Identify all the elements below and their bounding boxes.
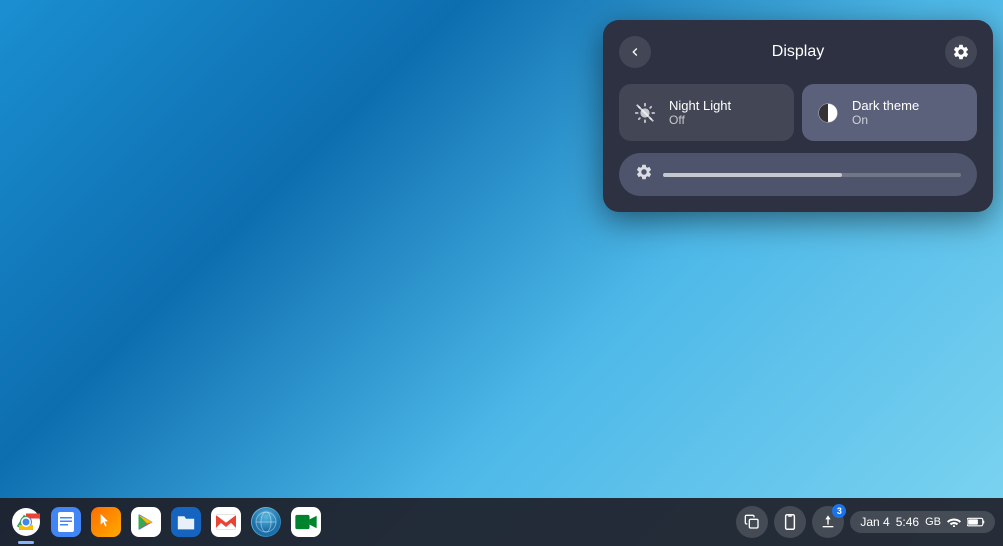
taskbar-app-chrome[interactable] [8,504,44,540]
dark-theme-icon [814,99,842,127]
taskbar-app-files[interactable] [168,504,204,540]
tray-copy-icon[interactable] [736,506,768,538]
night-light-label: Night Light [669,98,731,113]
taskbar-status[interactable]: Jan 4 5:46 GB [850,511,995,533]
taskbar-right: 3 Jan 4 5:46 GB [736,506,995,538]
wifi-icon [947,517,961,527]
notification-badge: 3 [832,504,846,518]
tray-phone-icon[interactable] [774,506,806,538]
dark-theme-label: Dark theme [852,98,919,113]
status-storage: GB [925,516,941,528]
brightness-icon [635,163,653,186]
tray-notification-icon[interactable]: 3 [812,506,844,538]
display-panel: Display Night Light Off [603,20,993,212]
taskbar-app-playstore[interactable] [128,504,164,540]
dark-theme-text: Dark theme On [852,98,919,127]
battery-icon [967,517,985,527]
brightness-slider[interactable] [663,173,961,177]
taskbar-app-docs[interactable] [48,504,84,540]
panel-title: Display [772,43,824,61]
panel-settings-button[interactable] [945,36,977,68]
desktop: Display Night Light Off [0,0,1003,546]
status-date: Jan 4 [860,515,889,529]
taskbar: 3 Jan 4 5:46 GB [0,498,1003,546]
night-light-status: Off [669,113,731,127]
brightness-slider-fill [663,173,842,177]
night-light-card[interactable]: Night Light Off [619,84,794,141]
panel-header: Display [619,36,977,68]
status-time: 5:46 [896,515,919,529]
dark-theme-card[interactable]: Dark theme On [802,84,977,141]
night-light-icon [631,99,659,127]
panel-options: Night Light Off Dark theme On [619,84,977,141]
taskbar-app-gmail[interactable] [208,504,244,540]
taskbar-apps [8,504,324,540]
night-light-text: Night Light Off [669,98,731,127]
back-button[interactable] [619,36,651,68]
taskbar-app-browser[interactable] [248,504,284,540]
dark-theme-status: On [852,113,919,127]
taskbar-app-touchpad[interactable] [88,504,124,540]
taskbar-app-meet[interactable] [288,504,324,540]
brightness-row[interactable] [619,153,977,196]
